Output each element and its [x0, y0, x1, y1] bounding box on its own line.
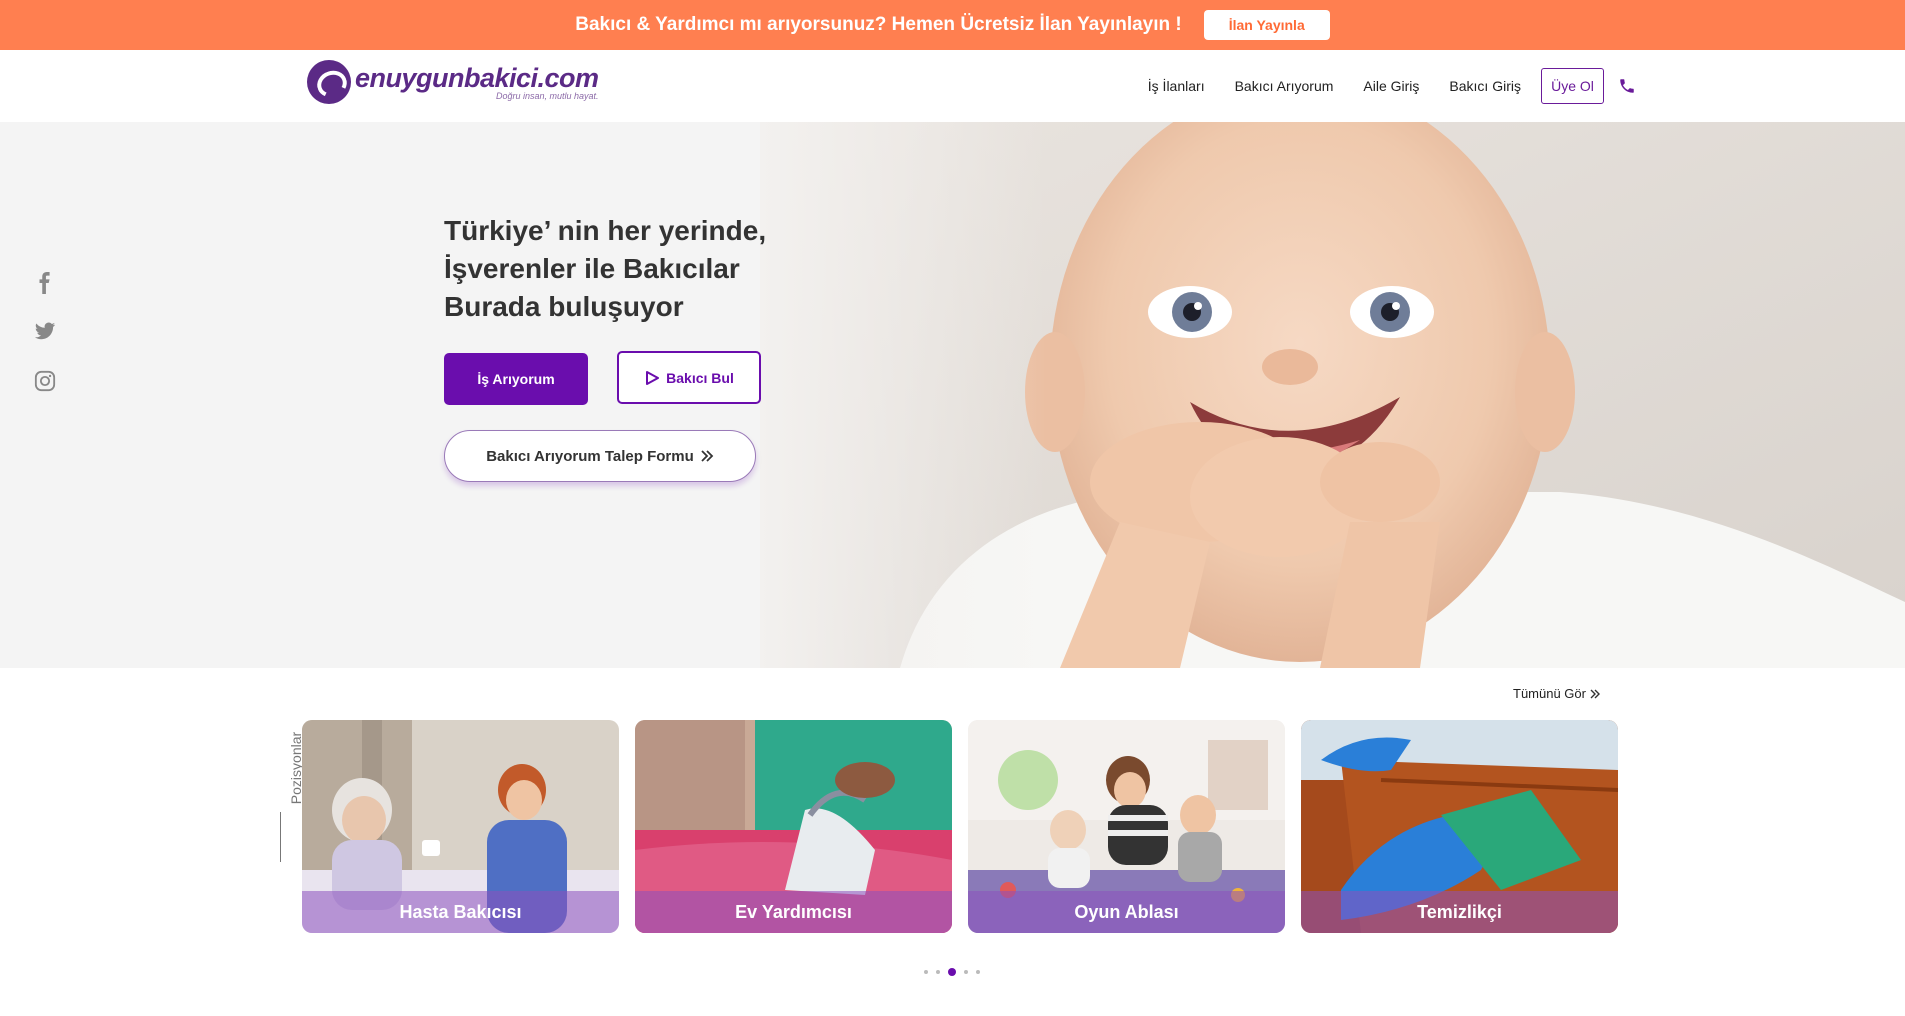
carousel-dot[interactable] [924, 970, 928, 974]
promo-bar: Bakıcı & Yardımcı mı arıyorsunuz? Hemen … [0, 0, 1905, 50]
position-card-cleaner[interactable]: Temizlikçi [1301, 720, 1618, 933]
hero-title-line3: Burada buluşuyor [444, 291, 684, 322]
facebook-icon[interactable] [34, 272, 56, 294]
main-nav: İş İlanları Bakıcı Arıyorum Aile Giriş B… [1148, 50, 1905, 122]
header: enuygunbakici.com Doğru insan, mutlu hay… [0, 50, 1905, 122]
request-form-button[interactable]: Bakıcı Arıyorum Talep Formu [444, 430, 756, 482]
twitter-icon[interactable] [34, 320, 56, 342]
carousel-dot-active[interactable] [948, 968, 956, 976]
play-icon [646, 370, 660, 385]
phone-icon[interactable] [1618, 77, 1636, 95]
section-divider-line [280, 812, 281, 862]
card-label: Ev Yardımcısı [635, 891, 952, 933]
card-label: Temizlikçi [1301, 891, 1618, 933]
see-all-label: Tümünü Gör [1513, 686, 1586, 701]
logo-name: enuygunbakici.com [355, 62, 599, 93]
job-seeking-button[interactable]: İş Arıyorum [444, 353, 588, 405]
request-form-label: Bakıcı Arıyorum Talep Formu [486, 447, 694, 465]
carousel-dot[interactable] [964, 970, 968, 974]
promo-text: Bakıcı & Yardımcı mı arıyorsunuz? Hemen … [575, 14, 1182, 35]
positions-section-label: Pozisyonlar [268, 720, 304, 804]
double-chevron-right-icon [1590, 689, 1600, 698]
double-chevron-right-icon [701, 450, 714, 462]
carousel-dot[interactable] [936, 970, 940, 974]
position-card-housekeeper[interactable]: Ev Yardımcısı [635, 720, 952, 933]
hero-title-line2: İşverenler ile Bakıcılar [444, 253, 740, 284]
post-ad-button[interactable]: İlan Yayınla [1203, 10, 1330, 40]
hero-title-line1: Türkiye’ nin her yerinde, [444, 215, 767, 246]
find-caregiver-button[interactable]: Bakıcı Bul [617, 351, 761, 404]
see-all-link[interactable]: Tümünü Gör [1513, 686, 1600, 701]
nav-looking-for-caregiver[interactable]: Bakıcı Arıyorum [1235, 78, 1334, 94]
instagram-icon[interactable] [34, 370, 56, 392]
baby-photo [760, 122, 1905, 668]
nav-job-listings[interactable]: İş İlanları [1148, 78, 1205, 94]
logo[interactable]: enuygunbakici.com Doğru insan, mutlu hay… [307, 60, 599, 104]
signup-button[interactable]: Üye Ol [1541, 68, 1604, 104]
card-label: Hasta Bakıcısı [302, 891, 619, 933]
position-card-patient-caregiver[interactable]: Hasta Bakıcısı [302, 720, 619, 933]
logo-tagline: Doğru insan, mutlu hayat. [496, 90, 599, 101]
logo-icon [307, 60, 351, 104]
carousel-dot[interactable] [976, 970, 980, 974]
carousel-dots [924, 968, 980, 976]
position-card-playmate-nanny[interactable]: Oyun Ablası [968, 720, 1285, 933]
hero-title: Türkiye’ nin her yerinde, İşverenler ile… [444, 212, 804, 326]
find-caregiver-label: Bakıcı Bul [666, 369, 734, 386]
nav-caregiver-login[interactable]: Bakıcı Giriş [1449, 78, 1521, 94]
hero-banner: Türkiye’ nin her yerinde, İşverenler ile… [0, 122, 1905, 668]
nav-family-login[interactable]: Aile Giriş [1363, 78, 1419, 94]
card-label: Oyun Ablası [968, 891, 1285, 933]
